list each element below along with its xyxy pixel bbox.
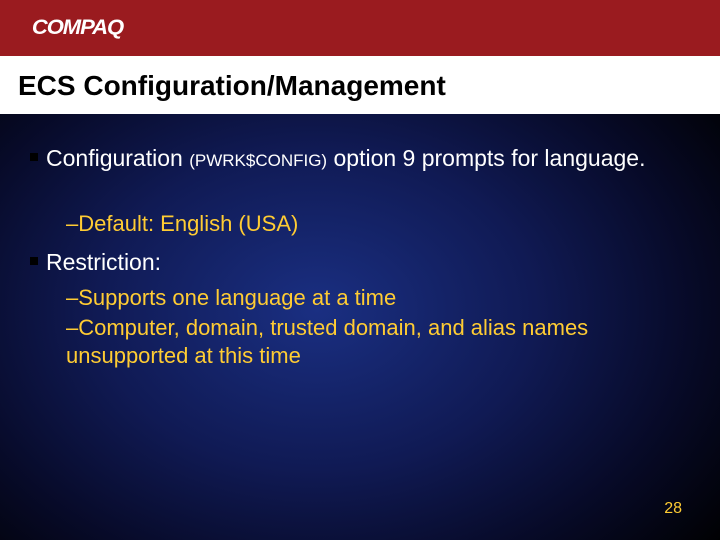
sub-supports-one-language: –Supports one language at a time [66,284,666,312]
header-bar: COMPAQ [0,0,720,56]
slide-title: ECS Configuration/Management [18,70,720,102]
page-number: 28 [664,500,682,518]
sub-unsupported-names: –Computer, domain, trusted domain, and a… [66,314,666,369]
bullet-restriction: Restriction: [46,248,666,277]
bullet-configuration-suffix: option 9 prompts for language. [327,145,645,171]
bullet-configuration-cmd: (PWRK$CONFIG) [189,151,327,170]
bullet-configuration: Configuration (PWRK$CONFIG) option 9 pro… [46,144,666,173]
bullet-marker-icon [30,153,38,161]
title-band: ECS Configuration/Management [0,56,720,116]
bullet-restriction-text: Restriction: [46,249,161,275]
compaq-logo: COMPAQ [32,16,123,40]
bullet-configuration-prefix: Configuration [46,145,189,171]
content-area: Configuration (PWRK$CONFIG) option 9 pro… [0,114,720,540]
bullet-marker-icon [30,257,38,265]
sub-default-language: –Default: English (USA) [66,210,666,238]
